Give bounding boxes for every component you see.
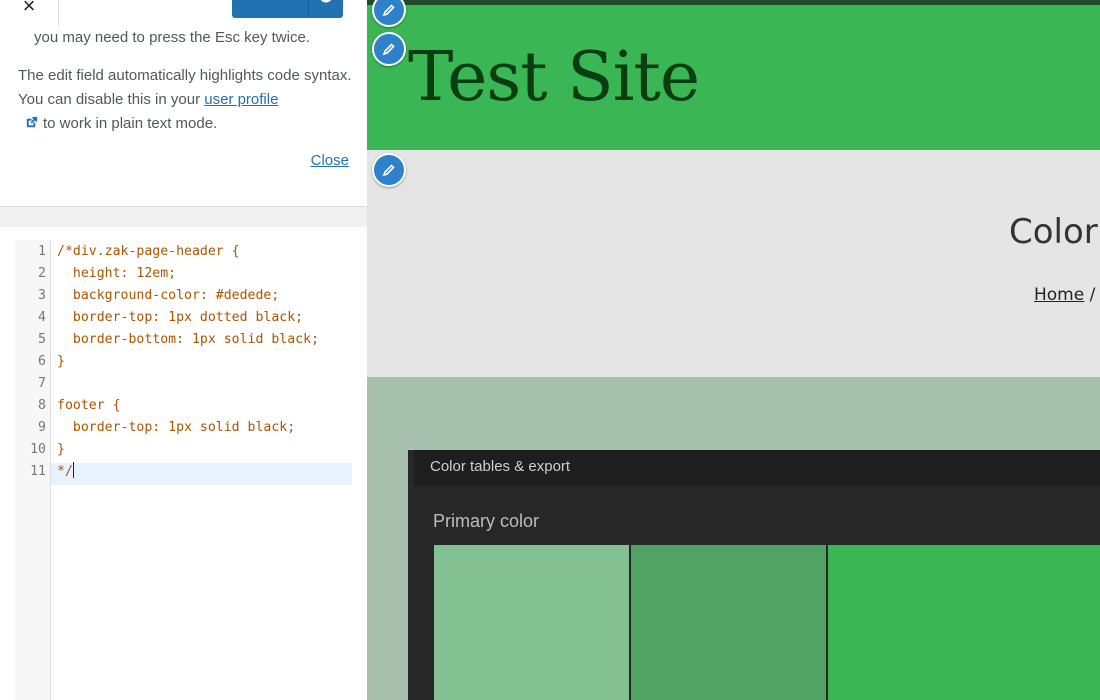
color-swatch-mid[interactable] (631, 545, 826, 700)
code-line[interactable]: 8 footer { (15, 395, 352, 417)
code-text: } (57, 442, 65, 457)
user-profile-link[interactable]: user profile (204, 91, 278, 108)
code-line[interactable]: 9 border-top: 1px solid black; (15, 417, 352, 439)
code-text: */ (57, 462, 74, 479)
breadcrumb: Home / (1034, 285, 1095, 305)
code-text: height: 12em; (57, 266, 177, 281)
close-icon: × (22, 0, 36, 18)
code-line[interactable]: 4 border-top: 1px dotted black; (15, 307, 352, 329)
section-divider (0, 206, 367, 227)
code-text: border-bottom: 1px solid black; (57, 332, 320, 347)
line-number: 11 (30, 464, 46, 479)
code-line[interactable]: 7 (15, 373, 352, 395)
publish-label: Publish (246, 0, 292, 10)
site-preview[interactable]: Test Site Color Home / Color tables & ex… (367, 0, 1100, 700)
code-text: footer { (57, 398, 121, 413)
customizer-panel: × Publish you may need to press the Esc … (0, 0, 368, 700)
help-text-before: The edit field automatically highlights … (18, 67, 352, 108)
code-line[interactable]: 1 /*div.zak-page-header { (15, 241, 352, 263)
code-text: } (57, 354, 65, 369)
help-text-after: to work in plain text mode. (43, 115, 218, 132)
line-number: 10 (30, 442, 46, 457)
publish-group: Publish (232, 0, 343, 18)
header-top-border (367, 0, 1100, 5)
color-tables-panel: Color tables & export Primary color (408, 450, 1100, 700)
code-editor-help: you may need to press the Esc key twice.… (18, 26, 353, 136)
edit-site-title-button[interactable] (372, 32, 406, 66)
customizer-topbar: × Publish (0, 0, 367, 26)
edit-page-header-button[interactable] (372, 153, 406, 187)
publish-settings-button[interactable] (307, 0, 343, 18)
code-line[interactable]: 6} (15, 351, 352, 373)
line-number: 9 (38, 420, 46, 435)
code-text: /*div.zak-page-header { (57, 244, 240, 259)
code-line[interactable]: 2 height: 12em; (15, 263, 352, 285)
external-link-icon (26, 116, 38, 128)
line-number: 6 (38, 354, 46, 369)
css-code-editor[interactable]: 1/*div.zak-page-header {2 height: 12em; 3… (15, 240, 352, 700)
line-number: 7 (38, 376, 46, 391)
close-help-link[interactable]: Close (311, 152, 349, 169)
code-line[interactable]: 5 border-bottom: 1px solid black; (15, 329, 352, 351)
color-swatch-light[interactable] (434, 545, 629, 700)
code-line[interactable]: 3 background-color: #dedede; (15, 285, 352, 307)
page-title: Color (1009, 212, 1098, 252)
site-title[interactable]: Test Site (408, 38, 700, 117)
line-number: 5 (38, 332, 46, 347)
pencil-icon (382, 164, 395, 177)
page-header: Color Home / (367, 150, 1100, 377)
help-line-1: you may need to press the Esc key twice. (34, 29, 310, 46)
code-text: border-top: 1px solid black; (57, 420, 296, 435)
breadcrumb-home-link[interactable]: Home (1034, 285, 1084, 305)
breadcrumb-separator: / (1084, 285, 1096, 305)
close-customizer-button[interactable]: × (0, 0, 59, 26)
line-number: 3 (38, 288, 46, 303)
line-number: 2 (38, 266, 46, 281)
pencil-icon (382, 43, 395, 56)
line-number: 4 (38, 310, 46, 325)
color-swatch-base[interactable] (828, 545, 1100, 700)
color-tables-titlebar: Color tables & export (414, 450, 1100, 486)
code-line[interactable]: 10} (15, 439, 352, 461)
gear-icon (320, 0, 332, 3)
help-paragraph: The edit field automatically highlights … (18, 64, 353, 136)
line-number: 1 (38, 244, 46, 259)
pencil-icon (382, 4, 395, 17)
publish-button[interactable]: Publish (232, 0, 308, 18)
line-number: 8 (38, 398, 46, 413)
site-header: Test Site (367, 0, 1100, 150)
primary-color-label: Primary color (433, 511, 540, 531)
code-text: border-top: 1px dotted black; (57, 310, 304, 325)
code-text: background-color: #dedede; (57, 288, 280, 303)
text-cursor (72, 462, 74, 478)
color-tables-title: Color tables & export (430, 458, 571, 475)
code-line[interactable]: 11 */ (15, 461, 352, 483)
